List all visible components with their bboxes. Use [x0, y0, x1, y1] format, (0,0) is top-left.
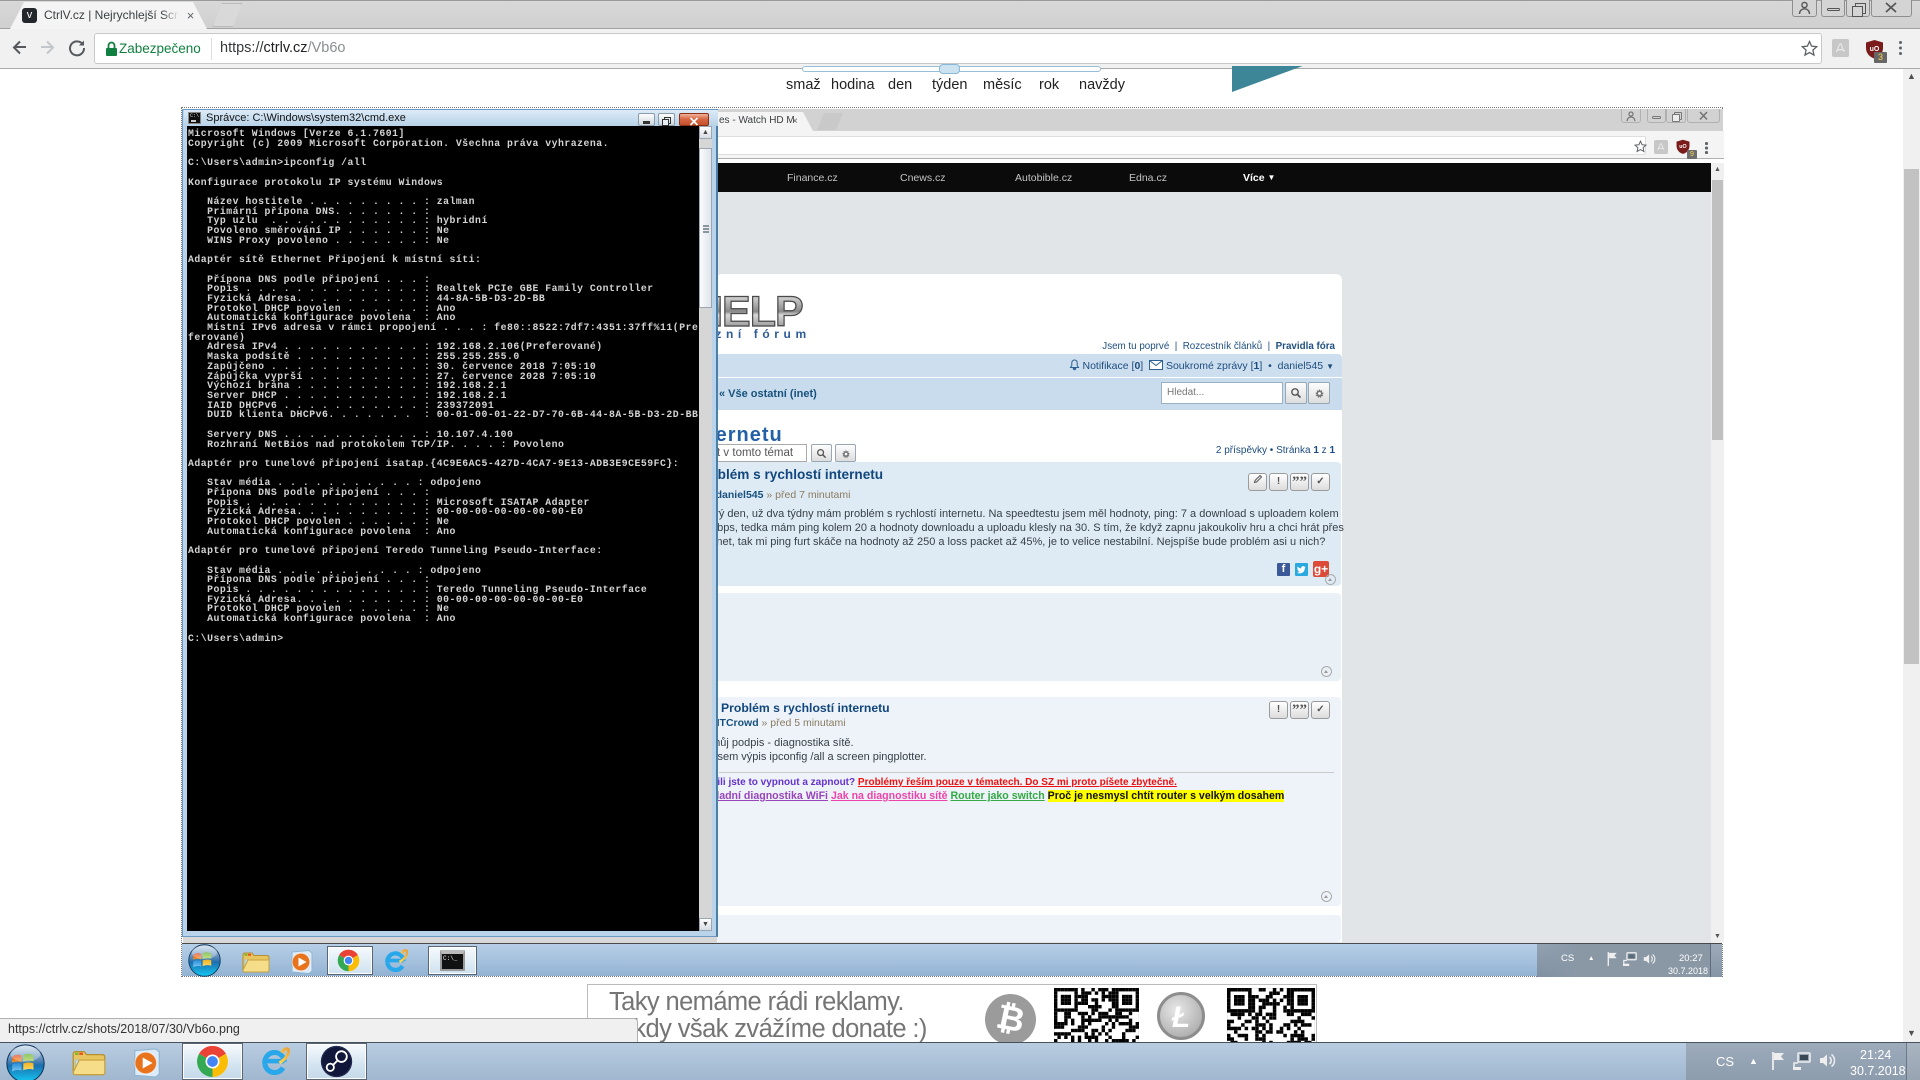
- svg-text:uO: uO: [1679, 144, 1686, 150]
